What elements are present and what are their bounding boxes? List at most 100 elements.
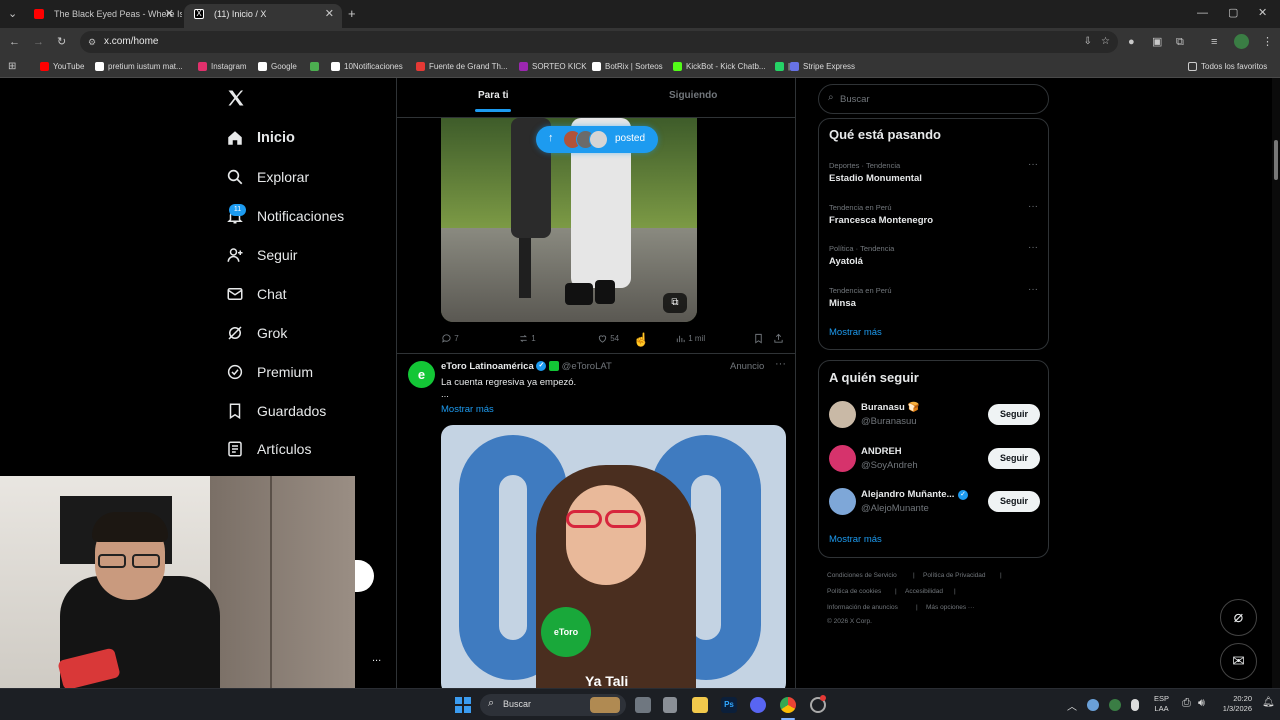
ad-author-handle[interactable]: @eToroLAT [562,361,612,372]
ad-video[interactable]: eToro Ya Tali [441,425,786,688]
bookmark-item[interactable]: Instagram [198,60,247,73]
trend-more-icon[interactable]: ··· [1028,242,1038,253]
sidebar-item-premium[interactable]: Premium [226,358,313,386]
repost-button[interactable]: 1 [518,333,536,345]
trend-item[interactable]: Tendencia en Perú Francesca Montenegro ··· [819,201,1048,237]
new-posts-pill[interactable]: ↑ posted [536,126,658,153]
tab-para-ti[interactable]: Para ti [478,90,509,101]
file-explorer-icon[interactable] [692,697,708,713]
bookmark-item[interactable]: SORTEO KICK [519,60,587,73]
close-tab-icon[interactable]: ✕ [165,4,174,24]
app-icon[interactable] [663,697,677,713]
task-view-icon[interactable] [635,697,651,713]
network-icon[interactable]: ⎙ [1182,697,1191,710]
extensions-puzzle-icon[interactable]: ⧉ [1176,35,1184,49]
follow-suggestion[interactable]: Alejandro Muñante... @AlejoMunante Seguir ✓ [819,486,1048,518]
site-info-icon[interactable]: ⚙ [88,31,96,53]
follow-handle[interactable]: @Buranasuu [861,416,917,427]
etoro-avatar[interactable]: e [408,361,435,388]
notifications-bell-icon[interactable]: 🔔︎ [1262,697,1275,708]
follow-suggestion[interactable]: ANDREH @SoyAndreh Seguir [819,443,1048,475]
sidebar-item-seguir[interactable]: Seguir [226,241,297,269]
follow-button[interactable]: Seguir [988,491,1040,512]
show-more-trends-link[interactable]: Mostrar más [829,327,882,338]
chrome-icon[interactable] [780,697,796,713]
scrollbar[interactable] [1272,78,1280,688]
forward-icon[interactable]: → [33,35,44,49]
follow-handle[interactable]: @SoyAndreh [861,460,918,471]
bookmark-item[interactable]: BotRix | Sorteos [592,60,663,73]
scrollbar-thumb[interactable] [1274,140,1278,180]
scroll-handle[interactable] [355,560,374,592]
tab-siguiendo[interactable]: Siguiendo [669,90,717,101]
address-bar[interactable]: ⚙ x.com/home ⇩ ☆ [80,31,1118,53]
extension-icon[interactable]: ▣ [1152,35,1162,49]
more-options-icon[interactable]: ··· [775,358,786,370]
all-bookmarks-folder[interactable]: Todos los favoritos [1188,60,1267,73]
sidebar-item-artículos[interactable]: Artículos [226,435,311,463]
extension-icon[interactable]: ● [1128,35,1135,49]
views-button[interactable]: 1 mil [675,333,705,345]
show-hidden-icons-icon[interactable]: ︿ [1067,698,1077,713]
cookies-link[interactable]: Política de cookies [827,588,881,595]
avatar[interactable] [829,444,856,472]
follow-handle[interactable]: @AlejoMunante [861,503,929,514]
minimize-icon[interactable]: — [1197,6,1208,20]
search-input[interactable]: ⌕ Buscar [818,84,1049,114]
tab-list-icon[interactable]: ⌄ [8,7,17,21]
follow-name[interactable]: Buranasu 🍞 [861,402,919,413]
avatar[interactable] [829,401,856,428]
tray-icon[interactable] [1087,699,1099,711]
bookmark-item[interactable]: 10Notificaciones [331,60,403,73]
bookmark-item[interactable]: Google [258,60,297,73]
back-icon[interactable]: ← [9,35,20,49]
trend-item[interactable]: Deportes · Tendencia Estadio Monumental ··… [819,159,1048,195]
tab-x-home[interactable]: X (11) Inicio / X ✕ [184,4,342,28]
trend-more-icon[interactable]: ··· [1028,284,1038,295]
reload-icon[interactable]: ↻ [57,35,66,49]
sidebar-item-guardados[interactable]: Guardados [226,397,326,425]
bookmark-item[interactable]: KickBot - Kick Chatb... [673,60,766,73]
follow-suggestion[interactable]: Buranasu 🍞 @Buranasuu Seguir [819,399,1048,431]
new-tab-icon[interactable]: + [348,7,356,21]
bookmark-button[interactable] [753,333,764,345]
more-options-link[interactable]: Más opciones ··· [926,604,974,611]
follow-button[interactable]: Seguir [988,447,1040,469]
account-more-icon[interactable]: ... [372,652,381,664]
windows-start-icon[interactable] [455,697,471,713]
bookmark-item[interactable]: pretium iustum mat... [95,60,183,73]
show-more-link[interactable]: Mostrar más [441,404,494,415]
bookmark-item[interactable]: YouTube [40,60,84,73]
apps-grid-icon[interactable]: ⊞ [8,60,16,74]
sidebar-item-chat[interactable]: Chat [226,280,287,308]
sidebar-item-explorar[interactable]: Explorar [226,163,309,191]
avatar[interactable] [829,488,856,515]
trend-item[interactable]: Tendencia en Perú Minsa ··· [819,284,1048,320]
ad-author-name[interactable]: eToro Latinoamérica [441,361,534,372]
terms-link[interactable]: Condiciones de Servicio [827,572,897,579]
volume-icon[interactable]: 🔊︎ [1198,697,1205,710]
grok-float-button[interactable]: ⌀ [1220,599,1257,636]
media-icon[interactable]: ≡ [1211,35,1217,49]
photoshop-icon[interactable]: Ps [721,697,737,713]
reply-button[interactable]: 7 [441,333,459,345]
messages-float-button[interactable]: ✉ [1220,643,1257,680]
accessibility-link[interactable]: Accesibilidad [905,588,943,595]
taskbar-search[interactable]: ⌕ Buscar [480,694,626,716]
trend-more-icon[interactable]: ··· [1028,159,1038,170]
sidebar-item-grok[interactable]: Grok [226,319,287,347]
menu-icon[interactable]: ⋮ [1262,35,1273,49]
maximize-icon[interactable]: ▢ [1228,6,1238,20]
alt-image-icon[interactable]: ⧉ [663,293,687,313]
profile-avatar[interactable] [1234,34,1249,49]
install-icon[interactable]: ⇩ [1084,31,1092,53]
trend-item[interactable]: Política · Tendencia Ayatolá ··· [819,242,1048,278]
microphone-icon[interactable] [1131,699,1139,711]
close-tab-icon[interactable]: ✕ [325,4,334,24]
follow-button[interactable]: Seguir [988,404,1040,425]
x-logo-icon[interactable] [226,88,248,110]
bookmark-item[interactable]: Stripe Express [790,60,855,73]
ads-info-link[interactable]: Información de anuncios [827,604,898,611]
show-more-follow-link[interactable]: Mostrar más [829,534,882,545]
bookmark-item[interactable]: | [775,60,790,73]
